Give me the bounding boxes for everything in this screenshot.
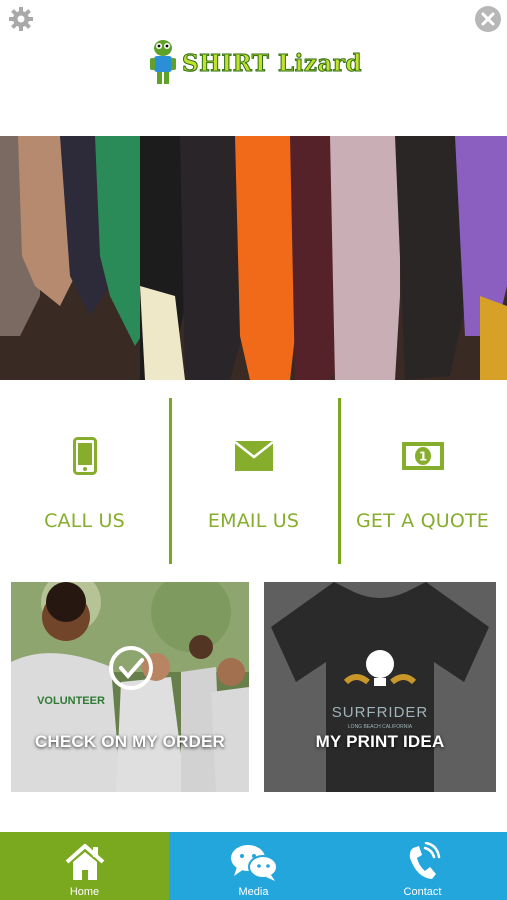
bottom-tab-bar: Home Media Contact bbox=[0, 832, 507, 900]
tab-home-label: Home bbox=[69, 886, 100, 898]
svg-text:1: 1 bbox=[418, 450, 426, 464]
tab-media[interactable]: Media bbox=[169, 832, 338, 900]
tab-contact[interactable]: Contact bbox=[338, 832, 507, 900]
contact-actions: CALL US EMAIL US 1 GET A QUOTE bbox=[0, 398, 507, 564]
email-us-label: EMAIL US bbox=[207, 510, 300, 532]
money-bill-icon: 1 bbox=[401, 436, 444, 476]
get-a-quote-button[interactable]: 1 GET A QUOTE bbox=[338, 398, 507, 564]
print-idea-label: MY PRINT IDEA bbox=[315, 732, 445, 751]
phone-call-icon bbox=[405, 840, 441, 884]
call-us-label: CALL US bbox=[44, 510, 125, 532]
brand-logo: SHIRT Lizard bbox=[148, 37, 363, 89]
surfrider-text: SURFRIDER bbox=[332, 704, 429, 721]
close-icon[interactable] bbox=[473, 4, 503, 34]
tshirt-photo: SURFRIDER LONG BEACH CALIFORNIA bbox=[264, 582, 496, 792]
hero-image bbox=[0, 136, 507, 380]
logo-text: SHIRT Lizard bbox=[181, 49, 363, 77]
print-idea-tile[interactable]: SURFRIDER LONG BEACH CALIFORNIA MY PRINT… bbox=[264, 582, 496, 792]
get-a-quote-label: GET A QUOTE bbox=[355, 510, 490, 532]
chat-bubbles-icon bbox=[229, 840, 279, 884]
gear-icon[interactable] bbox=[6, 4, 36, 34]
tab-home[interactable]: Home bbox=[0, 832, 169, 900]
tab-contact-label: Contact bbox=[403, 886, 442, 898]
envelope-icon bbox=[234, 436, 273, 476]
volunteers-photo: VOLUNTEER bbox=[11, 582, 249, 792]
tab-media-label: Media bbox=[238, 886, 269, 898]
lizard-mascot-icon bbox=[150, 40, 176, 84]
email-us-button[interactable]: EMAIL US bbox=[169, 398, 338, 564]
call-us-button[interactable]: CALL US bbox=[0, 398, 169, 564]
home-icon bbox=[63, 840, 107, 884]
check-order-label: CHECK ON MY ORDER bbox=[34, 732, 226, 751]
surfrider-subtext: LONG BEACH CALIFORNIA bbox=[348, 724, 413, 730]
phone-icon bbox=[72, 436, 97, 476]
check-order-tile[interactable]: VOLUNTEER CHECK ON MY ORDER bbox=[11, 582, 249, 792]
volunteer-shirt-text: VOLUNTEER bbox=[37, 695, 105, 707]
